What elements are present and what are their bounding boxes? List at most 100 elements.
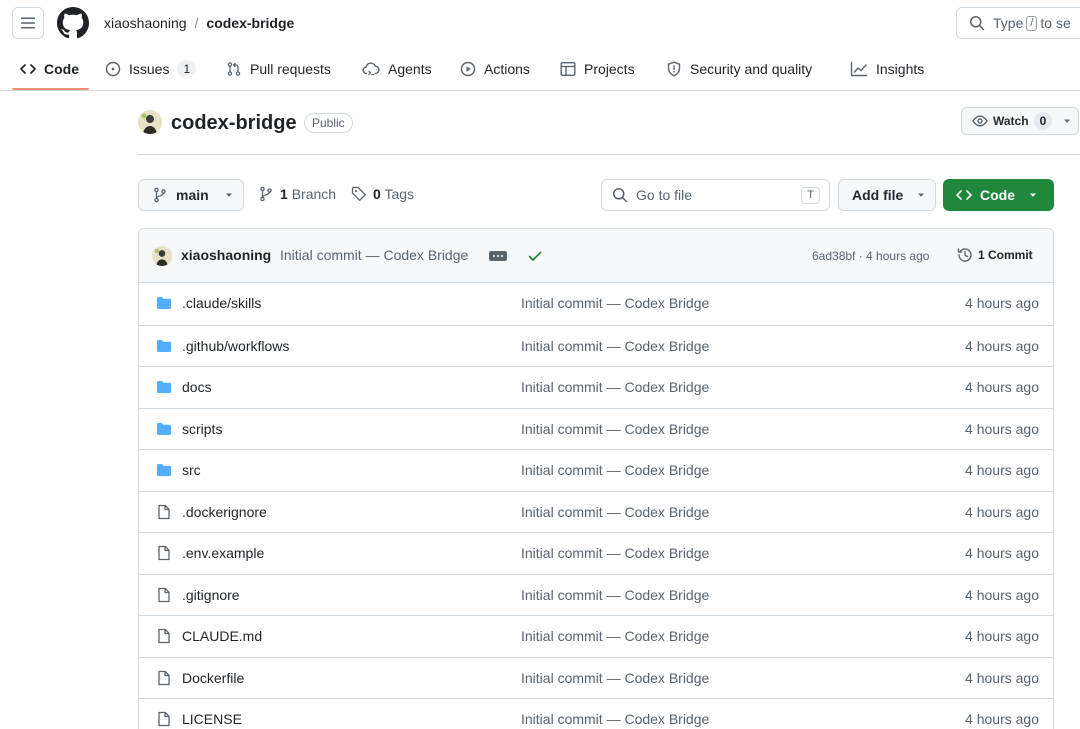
file-commit-message-link[interactable]: Initial commit — Codex Bridge	[521, 295, 709, 311]
file-commit-message-link[interactable]: Initial commit — Codex Bridge	[521, 545, 709, 561]
file-row[interactable]: src Initial commit — Codex Bridge 4 hour…	[139, 449, 1053, 491]
file-name-link[interactable]: .gitignore	[182, 587, 240, 603]
file-name-link[interactable]: Dockerfile	[182, 670, 244, 686]
code-icon	[956, 190, 972, 200]
commit-sha-time[interactable]: 6ad38bf · 4 hours ago	[812, 249, 929, 263]
shield-icon	[667, 61, 681, 77]
file-name-link[interactable]: scripts	[182, 421, 222, 437]
file-commit-time: 4 hours ago	[965, 669, 1039, 686]
folder-icon-wrap	[156, 379, 172, 395]
file-commit-message-link[interactable]: Initial commit — Codex Bridge	[521, 379, 709, 395]
file-row[interactable]: CLAUDE.md Initial commit — Codex Bridge …	[139, 615, 1053, 657]
file-name-link[interactable]: .claude/skills	[182, 295, 261, 311]
code-dropdown-button[interactable]: Code	[943, 179, 1054, 211]
folder-icon	[157, 422, 171, 435]
visibility-badge: Public	[304, 113, 353, 133]
breadcrumb-repo-link[interactable]: codex-bridge	[206, 13, 294, 33]
file-commit-time: 4 hours ago	[965, 586, 1039, 603]
file-row[interactable]: Dockerfile Initial commit — Codex Bridge…	[139, 656, 1053, 699]
commit-author-avatar[interactable]	[152, 246, 172, 266]
file-commit-message-link[interactable]: Initial commit — Codex Bridge	[521, 587, 709, 603]
breadcrumb-separator: /	[194, 15, 199, 31]
file-name-link[interactable]: .github/workflows	[182, 338, 289, 354]
folder-icon-wrap	[156, 462, 172, 478]
file-commit-message-link[interactable]: Initial commit — Codex Bridge	[521, 711, 709, 727]
file-row[interactable]: LICENSE Initial commit — Codex Bridge 4 …	[139, 698, 1053, 729]
repo-title[interactable]: codex-bridge	[171, 109, 297, 137]
branches-link[interactable]: 1 Branch	[258, 186, 336, 202]
global-search-input[interactable]: Type / to se	[956, 7, 1080, 39]
folder-icon	[157, 339, 171, 352]
file-commit-message-link[interactable]: Initial commit — Codex Bridge	[521, 670, 709, 686]
tab-security[interactable]: Security and quality	[666, 48, 812, 90]
caret-down-icon	[1064, 119, 1071, 123]
tab-issues[interactable]: Issues 1	[105, 48, 197, 90]
file-row[interactable]: .gitignore Initial commit — Codex Bridge…	[139, 573, 1053, 616]
branch-count: 1	[280, 186, 288, 202]
owner-avatar[interactable]	[138, 110, 162, 134]
file-row[interactable]: .env.example Initial commit — Codex Brid…	[139, 532, 1053, 574]
file-row[interactable]: scripts Initial commit — Codex Bridge 4 …	[139, 407, 1053, 450]
file-name-link[interactable]: CLAUDE.md	[182, 628, 262, 644]
tag-count: 0	[373, 186, 381, 202]
title-divider	[138, 154, 1080, 155]
tab-actions[interactable]: Actions	[460, 48, 530, 90]
caret-down-icon	[225, 193, 232, 197]
file-row[interactable]: .dockerignore Initial commit — Codex Bri…	[139, 490, 1053, 533]
file-icon-wrap	[156, 628, 172, 644]
issues-counter: 1	[177, 60, 197, 78]
file-icon	[158, 711, 170, 727]
tab-agents[interactable]: Agents	[362, 48, 432, 90]
file-commit-message-link[interactable]: Initial commit — Codex Bridge	[521, 421, 709, 437]
file-commit-message-link[interactable]: Initial commit — Codex Bridge	[521, 338, 709, 354]
file-name-link[interactable]: docs	[182, 379, 212, 395]
hamburger-icon	[21, 17, 35, 29]
file-commit-time: 4 hours ago	[965, 545, 1039, 561]
file-name-link[interactable]: .dockerignore	[182, 504, 267, 520]
tab-insights[interactable]: Insights	[850, 48, 924, 90]
tab-label: Agents	[388, 61, 432, 77]
file-commit-message-link[interactable]: Initial commit — Codex Bridge	[521, 462, 709, 478]
file-row[interactable]: docs Initial commit — Codex Bridge 4 hou…	[139, 366, 1053, 408]
tab-code[interactable]: Code	[20, 48, 79, 90]
commit-history-link[interactable]: 1 Commit	[957, 247, 1033, 263]
file-commit-message-link[interactable]: Initial commit — Codex Bridge	[521, 504, 709, 520]
add-file-button[interactable]: Add file	[838, 179, 936, 211]
commit-details-button[interactable]	[489, 251, 507, 261]
branch-select-button[interactable]: main	[138, 179, 244, 211]
tab-label: Insights	[876, 61, 925, 77]
agent-cloud-icon	[362, 62, 380, 76]
tag-icon	[351, 186, 366, 201]
file-icon	[158, 670, 170, 685]
file-commit-time: 4 hours ago	[965, 628, 1039, 644]
go-to-file-input[interactable]: Go to file T	[601, 179, 830, 211]
menu-button[interactable]	[12, 7, 44, 39]
tab-pull-requests[interactable]: Pull requests	[226, 48, 331, 90]
file-icon-wrap	[156, 711, 172, 727]
file-commit-time: 4 hours ago	[965, 711, 1039, 727]
tab-label: Projects	[584, 61, 635, 77]
check-icon[interactable]	[527, 248, 543, 264]
file-name-link[interactable]: LICENSE	[182, 711, 242, 727]
file-row[interactable]: .claude/skills Initial commit — Codex Br…	[139, 283, 1053, 325]
tab-projects[interactable]: Projects	[560, 48, 635, 90]
git-branch-icon	[154, 187, 166, 203]
commit-message[interactable]: Initial commit — Codex Bridge	[280, 247, 468, 263]
add-file-label: Add file	[852, 187, 904, 203]
watch-button[interactable]: Watch 0	[961, 107, 1079, 135]
global-header: xiaoshaoning / codex-bridge Type / to se	[0, 0, 1080, 44]
table-icon	[560, 62, 576, 77]
git-pull-request-icon	[227, 62, 241, 76]
play-icon	[460, 61, 476, 77]
github-logo-icon[interactable]	[57, 7, 89, 39]
file-name-link[interactable]: .env.example	[182, 545, 264, 561]
tags-link[interactable]: 0 Tags	[351, 186, 414, 202]
folder-icon-wrap	[156, 295, 172, 311]
file-commit-message-link[interactable]: Initial commit — Codex Bridge	[521, 628, 709, 644]
repo-nav: Code Issues 1 Pull requests Agents Actio…	[0, 48, 1080, 91]
file-row[interactable]: .github/workflows Initial commit — Codex…	[139, 324, 1053, 367]
breadcrumb-owner-link[interactable]: xiaoshaoning	[104, 13, 187, 33]
commit-author[interactable]: xiaoshaoning	[181, 247, 271, 263]
folder-icon	[157, 381, 171, 393]
file-name-link[interactable]: src	[182, 462, 201, 478]
